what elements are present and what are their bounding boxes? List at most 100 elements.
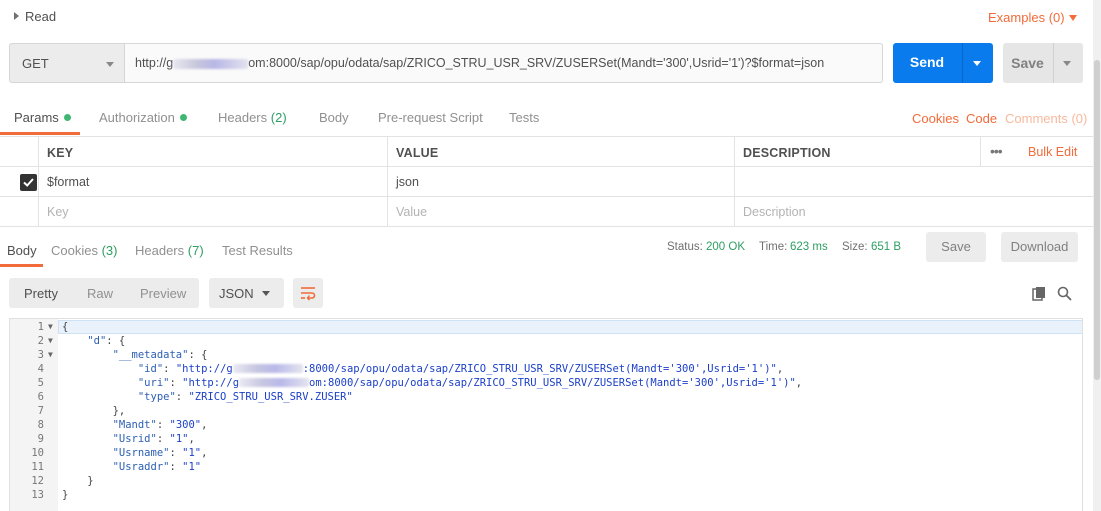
key-header-label: KEY bbox=[47, 146, 74, 160]
chevron-down-icon[interactable] bbox=[1069, 15, 1077, 21]
json-key: "Usraddr" bbox=[112, 461, 170, 473]
code-text: } bbox=[62, 489, 69, 501]
json-string: "1" bbox=[182, 461, 202, 473]
line-number: 12 bbox=[31, 475, 44, 487]
tab-test-results[interactable]: Test Results bbox=[222, 243, 293, 258]
examples-link[interactable]: Examples (0) bbox=[988, 10, 1065, 25]
code-text: : { bbox=[188, 349, 208, 361]
json-key: "type" bbox=[137, 391, 176, 403]
line-number: 7 bbox=[37, 405, 44, 417]
code-text: }, bbox=[112, 405, 126, 417]
search-icon[interactable] bbox=[1057, 286, 1072, 301]
view-preview-button[interactable]: Preview bbox=[140, 286, 186, 301]
code-line: 7 }, bbox=[10, 404, 1082, 418]
tab-tests[interactable]: Tests bbox=[509, 110, 539, 125]
fold-toggle-icon[interactable]: ▼ bbox=[48, 320, 53, 334]
url-input[interactable]: http://g om:8000/sap/opu/odata/sap/ZRICO_… bbox=[125, 43, 883, 83]
send-options-chevron-icon[interactable] bbox=[973, 61, 981, 66]
new-value-input[interactable]: Value bbox=[388, 197, 735, 226]
json-key: "uri" bbox=[137, 377, 170, 389]
more-options-icon[interactable]: ••• bbox=[990, 143, 1003, 159]
copy-icon[interactable] bbox=[1032, 286, 1047, 301]
time-label: Time: bbox=[759, 241, 788, 253]
tab-body[interactable]: Body bbox=[319, 110, 349, 125]
params-table: KEY VALUE DESCRIPTION ••• Bulk Edit $for… bbox=[0, 136, 1093, 227]
code-text: : { bbox=[106, 335, 126, 347]
code-link[interactable]: Code bbox=[966, 111, 997, 126]
tab-authorization-label: Authorization bbox=[99, 110, 175, 125]
fold-toggle-icon[interactable]: ▼ bbox=[48, 334, 53, 348]
param-description-cell[interactable] bbox=[735, 167, 1093, 196]
json-key: "Usrname" bbox=[112, 447, 170, 459]
format-select[interactable]: JSON bbox=[209, 278, 284, 308]
tab-response-body[interactable]: Body bbox=[7, 243, 37, 258]
response-body-editor[interactable]: 1 ▼{ 2 ▼ "d": { 3 ▼ "__metadata": { 4 "id":… bbox=[9, 318, 1083, 511]
size-value[interactable]: 651 B bbox=[871, 241, 901, 253]
row-checkbox-cell bbox=[0, 167, 39, 196]
tab-headers-count: (2) bbox=[270, 110, 287, 125]
tab-cookies-count: (3) bbox=[101, 243, 118, 258]
bulk-edit-link[interactable]: Bulk Edit bbox=[1028, 145, 1077, 159]
checkbox-column-header bbox=[0, 137, 39, 166]
key-placeholder: Key bbox=[47, 205, 69, 219]
param-value-cell[interactable]: json bbox=[388, 167, 735, 196]
json-key: "Usrid" bbox=[112, 433, 157, 445]
view-pretty-button[interactable]: Pretty bbox=[24, 286, 58, 301]
active-tab-indicator bbox=[0, 264, 43, 267]
code-line: 10 "Usrname": "1", bbox=[10, 446, 1082, 460]
save-divider bbox=[1053, 43, 1054, 83]
method-label: GET bbox=[22, 56, 49, 71]
code-line: 6 "type": "ZRICO_STRU_USR_SRV.ZUSER" bbox=[10, 390, 1082, 404]
table-row: $format json bbox=[0, 167, 1093, 197]
tab-headers-label: Headers bbox=[218, 110, 268, 125]
send-button[interactable]: Send bbox=[893, 43, 993, 83]
new-key-input[interactable]: Key bbox=[39, 197, 388, 226]
line-number: 6 bbox=[37, 391, 44, 403]
active-tab-indicator bbox=[0, 132, 80, 135]
description-placeholder: Description bbox=[743, 205, 806, 219]
code-text: { bbox=[62, 321, 69, 333]
wrap-lines-button[interactable] bbox=[293, 278, 323, 308]
save-options-chevron-icon[interactable] bbox=[1063, 61, 1071, 66]
table-row-empty: Key Value Description bbox=[0, 197, 1093, 227]
save-response-button[interactable]: Save bbox=[926, 232, 986, 262]
value-column-header: VALUE bbox=[388, 137, 735, 166]
json-string: :8000/sap/opu/odata/sap/ZRICO_STRU_USR_S… bbox=[302, 363, 777, 375]
code-line: 12 } bbox=[10, 474, 1082, 488]
json-string: "1" bbox=[182, 447, 202, 459]
code-line: 2 ▼ "d": { bbox=[10, 334, 1082, 348]
status-value[interactable]: 200 OK bbox=[706, 241, 745, 253]
tab-response-headers[interactable]: Headers (7) bbox=[135, 243, 204, 258]
code-line: 1 ▼ { bbox=[10, 320, 1082, 334]
tab-params[interactable]: Params bbox=[14, 110, 71, 125]
comments-link[interactable]: Comments (0) bbox=[1005, 111, 1087, 126]
tab-response-cookies[interactable]: Cookies (3) bbox=[51, 243, 117, 258]
save-label: Save bbox=[1011, 55, 1044, 71]
tab-headers[interactable]: Headers (2) bbox=[218, 110, 287, 125]
scrollbar-thumb[interactable] bbox=[1094, 60, 1100, 380]
download-button[interactable]: Download bbox=[1001, 232, 1078, 262]
param-key: $format bbox=[47, 175, 90, 189]
request-name[interactable]: Read bbox=[25, 9, 56, 24]
new-description-input[interactable]: Description bbox=[735, 197, 1093, 226]
caret-right-icon[interactable] bbox=[14, 12, 19, 20]
tab-prerequest-script[interactable]: Pre-request Script bbox=[378, 110, 483, 125]
fold-toggle-icon[interactable]: ▼ bbox=[48, 348, 53, 362]
view-raw-button[interactable]: Raw bbox=[87, 286, 113, 301]
cookies-link[interactable]: Cookies bbox=[912, 111, 959, 126]
tab-authorization[interactable]: Authorization bbox=[99, 110, 187, 125]
tab-headers-label: Headers bbox=[135, 243, 185, 258]
time-value[interactable]: 623 ms bbox=[790, 241, 828, 253]
line-number: 4 bbox=[37, 363, 44, 375]
line-number: 2 bbox=[37, 335, 44, 347]
line-number: 8 bbox=[37, 419, 44, 431]
send-label: Send bbox=[909, 54, 945, 70]
json-key: "d" bbox=[87, 335, 107, 347]
method-select[interactable]: GET bbox=[9, 43, 125, 83]
checkbox-checked-icon[interactable] bbox=[20, 174, 37, 191]
status-dot-icon bbox=[63, 114, 71, 121]
send-divider bbox=[962, 43, 963, 83]
save-button[interactable]: Save bbox=[1003, 43, 1083, 83]
format-label: JSON bbox=[219, 286, 254, 301]
param-key-cell[interactable]: $format bbox=[39, 167, 388, 196]
